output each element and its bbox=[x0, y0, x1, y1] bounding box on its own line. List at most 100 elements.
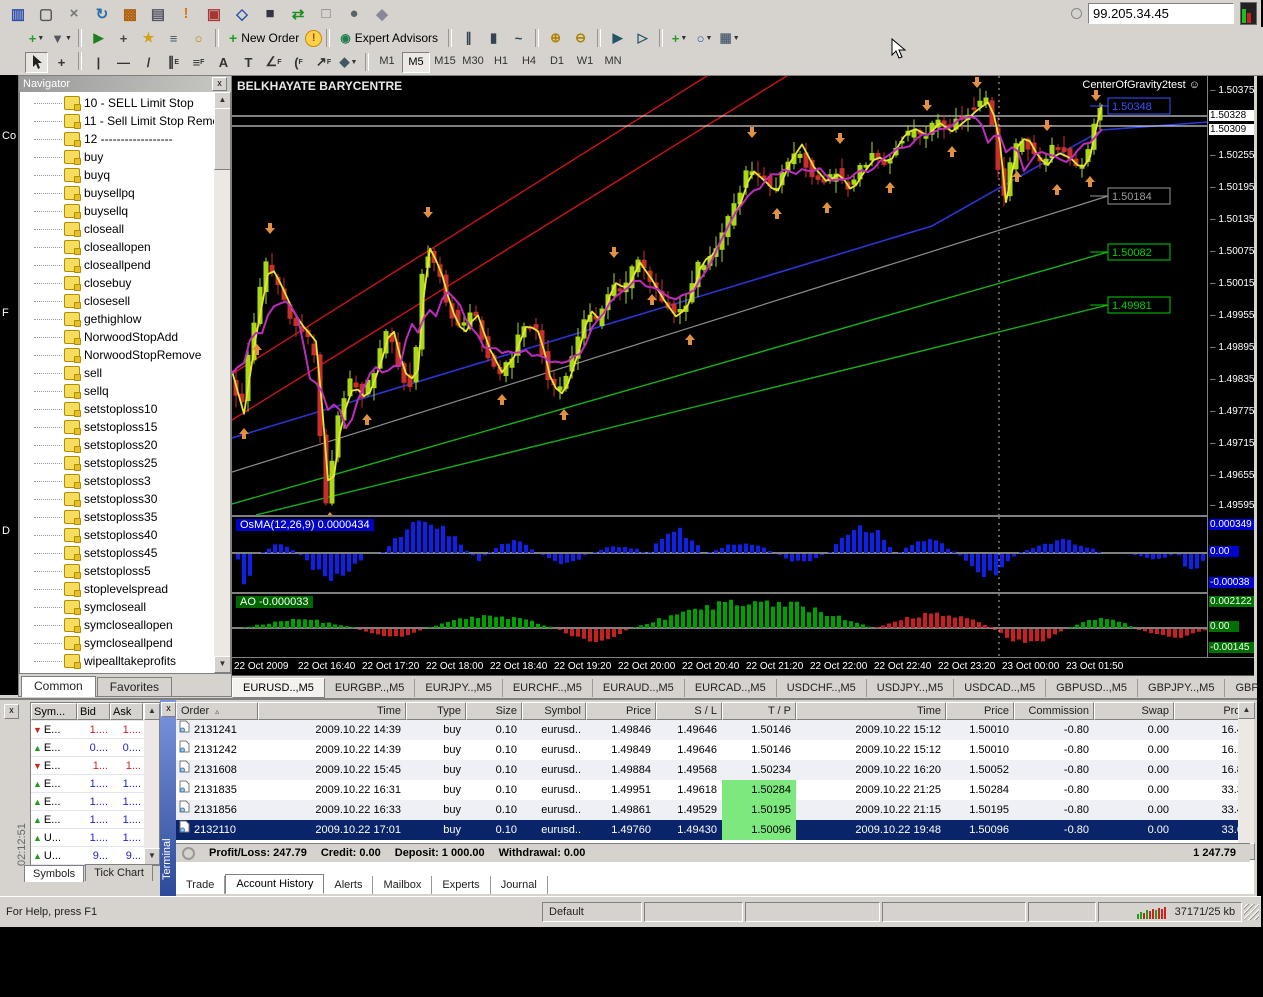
bar-chart-icon[interactable]: ∥ bbox=[457, 28, 480, 49]
zoom-in-icon[interactable]: ⊕ bbox=[544, 28, 567, 49]
close-window-icon[interactable]: ▣ bbox=[201, 2, 227, 26]
navigator-item-symcloseallpend[interactable]: symcloseallpend bbox=[20, 634, 214, 652]
market-watch-row[interactable]: ▲E...1....1.... bbox=[31, 793, 159, 811]
chart-shift-icon[interactable]: ▶ bbox=[87, 28, 110, 49]
price-scale[interactable]: 1.503751.502551.501951.501351.500751.500… bbox=[1207, 76, 1254, 657]
navigator-item-10-sell-limit-stop[interactable]: 10 - SELL Limit Stop bbox=[20, 94, 214, 112]
terminal-tab-account-history[interactable]: Account History bbox=[225, 874, 324, 894]
navigator-item-setstoploss20[interactable]: setstoploss20 bbox=[20, 436, 214, 454]
navigator-item-setstoploss30[interactable]: setstoploss30 bbox=[20, 490, 214, 508]
scroll-down-icon[interactable]: ▼ bbox=[214, 656, 231, 673]
new-window-icon[interactable]: □ bbox=[313, 2, 339, 26]
indicators-icon[interactable]: ★ bbox=[137, 28, 160, 49]
navigator-item-closeallopen[interactable]: closeallopen bbox=[20, 238, 214, 256]
chart-tab-usdjpy-m5[interactable]: USDJPY..,M5 bbox=[867, 679, 954, 697]
navigator-item-norwoodstopadd[interactable]: NorwoodStopAdd bbox=[20, 328, 214, 346]
market-watch-row[interactable]: ▲U...9...9... bbox=[31, 847, 159, 865]
cursor-tool[interactable] bbox=[25, 52, 48, 73]
chart-tab-eurgbp-m5[interactable]: EURGBP..,M5 bbox=[325, 679, 416, 697]
column-header[interactable]: Ask bbox=[110, 703, 143, 720]
timeframe-h1[interactable]: H1 bbox=[488, 52, 514, 71]
fibo-arc-tool[interactable]: (F bbox=[287, 52, 310, 73]
terminal-close-icon[interactable]: x bbox=[161, 702, 176, 717]
navigator-item-norwoodstopremove[interactable]: NorwoodStopRemove bbox=[20, 346, 214, 364]
navigator-item-wipealltakeprofits[interactable]: wipealltakeprofits bbox=[20, 652, 214, 670]
chart-tab-gbpjpy-m5[interactable]: GBPJPY..,M5 bbox=[1138, 679, 1225, 697]
expert-advisors-button[interactable]: ◉Expert Advisors bbox=[334, 28, 444, 49]
terminal-tab-mailbox[interactable]: Mailbox bbox=[373, 876, 432, 894]
market-watch-row[interactable]: ▲E...1....1.... bbox=[31, 775, 159, 793]
navigator-item-setstoploss3[interactable]: setstoploss3 bbox=[20, 472, 214, 490]
chart-tab-gbp[interactable]: GBP bbox=[1225, 679, 1263, 697]
label-tool[interactable]: T bbox=[237, 52, 260, 73]
navigator-tab-common[interactable]: Common bbox=[21, 676, 96, 697]
navigator-item-setstoploss10[interactable]: setstoploss10 bbox=[20, 400, 214, 418]
navigator-item-sell[interactable]: sell bbox=[20, 364, 214, 382]
history-scrollbar[interactable]: ▲ ▼ bbox=[1238, 702, 1254, 860]
zoom-out-icon[interactable]: ⊖ bbox=[569, 28, 592, 49]
history-row-2132110[interactable]: 21321102009.10.22 17:01buy0.10eurusd..1.… bbox=[176, 820, 1254, 840]
timeframe-m30[interactable]: M30 bbox=[460, 52, 486, 71]
navigator-item-setstoploss40[interactable]: setstoploss40 bbox=[20, 526, 214, 544]
scroll-up-icon[interactable]: ▲ bbox=[1238, 702, 1255, 719]
market-watch-tab-tick-chart[interactable]: Tick Chart bbox=[85, 864, 153, 881]
scroll-up-icon[interactable]: ▲ bbox=[144, 703, 160, 720]
navigator-item-symcloseallopen[interactable]: symcloseallopen bbox=[20, 616, 214, 634]
navigator-item-symcloseall[interactable]: symcloseall bbox=[20, 598, 214, 616]
navigator-item-12-[interactable]: 12 ------------------ bbox=[20, 130, 214, 148]
scroll-thumb[interactable] bbox=[214, 108, 231, 170]
text-tool[interactable]: A bbox=[212, 52, 235, 73]
candlestick-chart-icon[interactable]: ▮ bbox=[482, 28, 505, 49]
column-header[interactable]: Sym... bbox=[31, 703, 77, 720]
navigator-item-closesell[interactable]: closesell bbox=[20, 292, 214, 310]
timeframe-d1[interactable]: D1 bbox=[544, 52, 570, 71]
history-column-symbol[interactable]: Symbol bbox=[522, 702, 586, 720]
history-column-time[interactable]: Time bbox=[796, 702, 946, 720]
timeframe-m5[interactable]: M5 bbox=[402, 52, 430, 73]
navigator-item-gethighlow[interactable]: gethighlow bbox=[20, 310, 214, 328]
alert-icon[interactable]: ! bbox=[173, 2, 199, 26]
time-scale[interactable]: 22 Oct 200922 Oct 16:4022 Oct 17:2022 Oc… bbox=[232, 657, 1254, 676]
save-profile-icon[interactable]: ▼▼ bbox=[50, 28, 73, 49]
refresh-icon[interactable]: ↻ bbox=[89, 2, 115, 26]
history-column-type[interactable]: Type bbox=[406, 702, 466, 720]
navigator-item-setstoploss15[interactable]: setstoploss15 bbox=[20, 418, 214, 436]
terminal-tab-experts[interactable]: Experts bbox=[432, 876, 490, 894]
navigator-item-setstoploss25[interactable]: setstoploss25 bbox=[20, 454, 214, 472]
add-indicator-icon[interactable]: +▼ bbox=[668, 28, 691, 49]
timeframe-w1[interactable]: W1 bbox=[572, 52, 598, 71]
chart-tab-eurusd-m5[interactable]: EURUSD..,M5 bbox=[232, 678, 325, 698]
market-watch-row[interactable]: ▲E...1....1.... bbox=[31, 811, 159, 829]
history-column-order[interactable]: Order▵ bbox=[176, 702, 258, 720]
import-icon[interactable]: ⇄ bbox=[285, 2, 311, 26]
navigator-item-setstoploss5[interactable]: setstoploss5 bbox=[20, 562, 214, 580]
navigator-item-setstoploss45[interactable]: setstoploss45 bbox=[20, 544, 214, 562]
osma-pane[interactable]: OsMA(12,26,9) 0.0000434 bbox=[232, 517, 1254, 592]
resize-grip[interactable] bbox=[1244, 904, 1259, 920]
navigator-close-icon[interactable]: x bbox=[212, 77, 227, 91]
navigator-item-closeallpend[interactable]: closeallpend bbox=[20, 256, 214, 274]
objects-list-icon[interactable]: ≡ bbox=[162, 28, 185, 49]
scroll-up-icon[interactable]: ▲ bbox=[214, 92, 231, 109]
fibo-expansion-tool[interactable]: ↗F bbox=[312, 52, 335, 73]
auto-scroll-icon[interactable]: ▶ bbox=[606, 28, 629, 49]
navigator-titlebar[interactable]: Navigator x bbox=[19, 76, 231, 92]
history-column-t-p[interactable]: T / P bbox=[722, 702, 796, 720]
template-selector-icon[interactable]: ▦▼ bbox=[718, 28, 741, 49]
history-column-time[interactable]: Time bbox=[258, 702, 406, 720]
windows-icon[interactable]: ▢ bbox=[33, 2, 59, 26]
history-row-2131835[interactable]: 21318352009.10.22 16:31buy0.10eurusd..1.… bbox=[176, 780, 1254, 800]
navigator-item-buyq[interactable]: buyq bbox=[20, 166, 214, 184]
chart-tab-usdchf-m5[interactable]: USDCHF..,M5 bbox=[777, 679, 867, 697]
market-watch-row[interactable]: ▼E...1...1... bbox=[31, 757, 159, 775]
timeframe-mn[interactable]: MN bbox=[600, 52, 626, 71]
shapes-tool[interactable]: ◆▼ bbox=[337, 52, 360, 73]
trendline-tool[interactable]: / bbox=[137, 52, 160, 73]
navigator-item-closeall[interactable]: closeall bbox=[20, 220, 214, 238]
server-ip-input[interactable] bbox=[1088, 3, 1234, 24]
ao-pane[interactable]: AO -0.000033 bbox=[232, 594, 1254, 657]
history-row-2131241[interactable]: 21312412009.10.22 14:39buy0.10eurusd..1.… bbox=[176, 720, 1254, 740]
history-column-price[interactable]: Price bbox=[586, 702, 656, 720]
navigator-item-buysellq[interactable]: buysellq bbox=[20, 202, 214, 220]
navigator-scrollbar[interactable]: ▲ ▼ bbox=[214, 92, 230, 673]
